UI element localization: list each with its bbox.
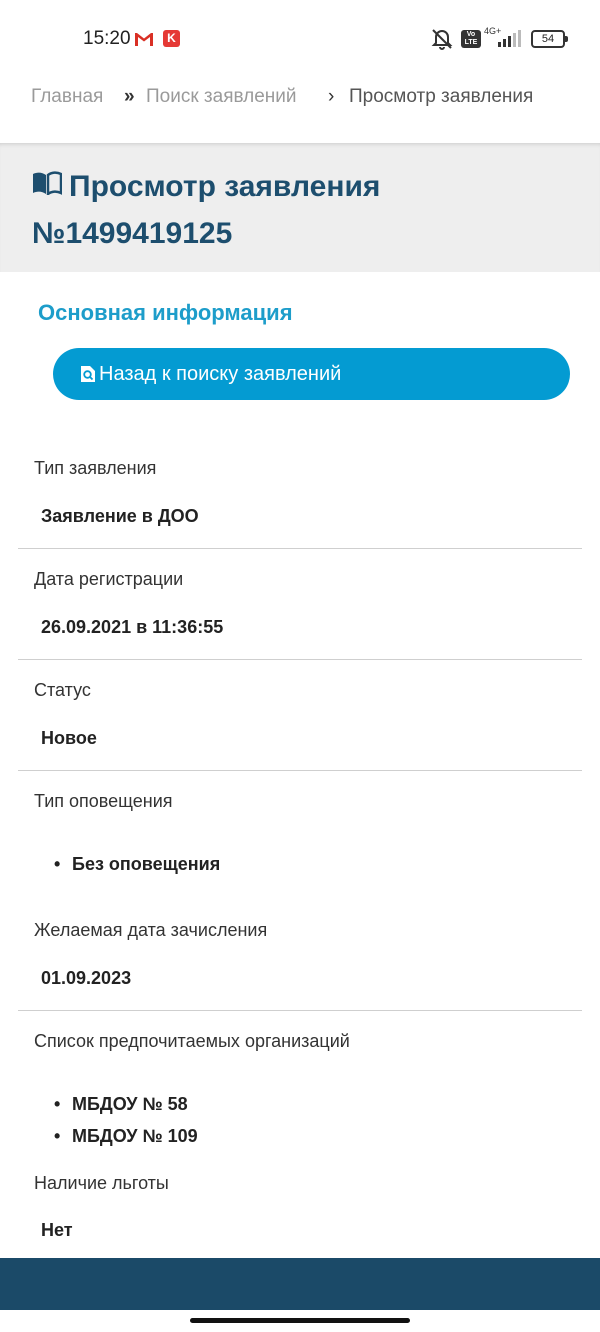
list-item: Без оповещения — [54, 848, 220, 880]
back-button-label: Назад к поиску заявлений — [99, 362, 342, 385]
field-value: Нет — [41, 1220, 73, 1240]
breadcrumb-current: Просмотр заявления — [349, 86, 534, 107]
breadcrumb-separator: » — [124, 86, 135, 107]
section-title: Основная информация — [38, 300, 293, 325]
battery-level: 54 — [541, 33, 555, 45]
volte-icon: Vo LTE — [461, 30, 481, 48]
battery-icon: 54 — [531, 30, 568, 48]
field-value: 26.09.2021 в 11:36:55 — [41, 617, 224, 637]
divider — [18, 1010, 582, 1011]
home-indicator[interactable] — [190, 1318, 410, 1323]
field-label: Желаемая дата зачисления — [34, 920, 268, 940]
status-time: 15:20 — [83, 28, 131, 49]
divider — [18, 548, 582, 549]
gmail-icon — [135, 33, 153, 46]
field-value: Заявление в ДОО — [41, 506, 199, 526]
organizations-list: МБДОУ № 58 МБДОУ № 109 — [54, 1088, 198, 1152]
back-to-search-button[interactable]: Назад к поиску заявлений — [53, 348, 570, 400]
notification-list: Без оповещения — [54, 848, 220, 880]
field-label: Наличие льготы — [34, 1173, 169, 1193]
title-band: Просмотр заявления №1499419125 — [0, 143, 600, 272]
status-bar: 15:20 K Vo LTE 4G+ 54 — [0, 0, 600, 78]
breadcrumb-search-link[interactable]: Поиск заявлений — [146, 86, 297, 108]
divider — [18, 659, 582, 660]
field-label: Дата регистрации — [34, 569, 184, 589]
field-label: Список предпочитаемых организаций — [34, 1031, 350, 1051]
divider — [18, 770, 582, 771]
k-app-icon: K — [163, 30, 180, 47]
field-label: Статус — [34, 680, 91, 700]
breadcrumb-home-link[interactable]: Главная — [31, 86, 103, 108]
page-title: Просмотр заявления №1499419125 — [32, 170, 381, 250]
field-label: Тип заявления — [34, 458, 157, 478]
signal-icon: 4G+ — [484, 26, 524, 48]
footer-bar — [0, 1258, 600, 1310]
search-document-icon — [81, 366, 95, 382]
field-value: 01.09.2023 — [41, 968, 132, 988]
breadcrumb-separator: › — [328, 86, 335, 107]
field-label: Тип оповещения — [34, 791, 173, 811]
list-item: МБДОУ № 58 — [54, 1088, 198, 1120]
list-item: МБДОУ № 109 — [54, 1120, 198, 1152]
muted-bell-icon — [431, 29, 453, 50]
status-value: Новое — [41, 728, 97, 748]
